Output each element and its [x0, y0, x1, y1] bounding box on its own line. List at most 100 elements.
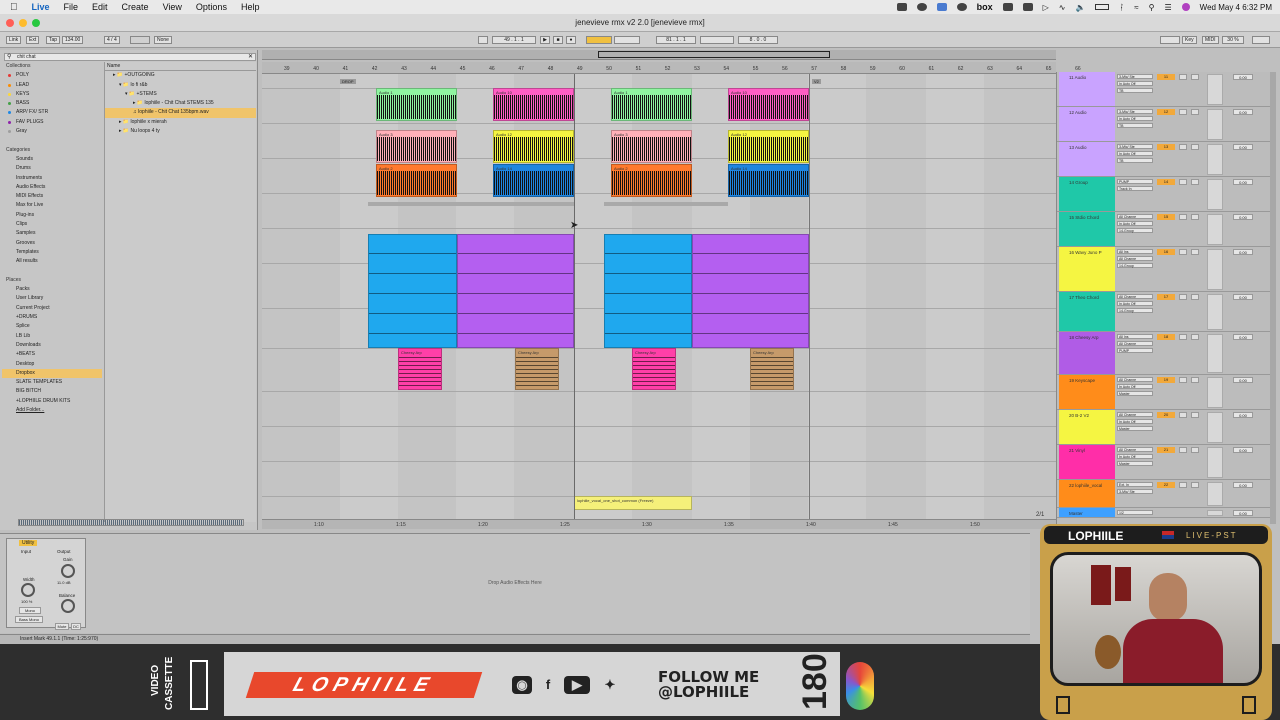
solo-button[interactable] [1179, 334, 1187, 340]
globe-icon[interactable] [916, 3, 927, 11]
track-name[interactable]: 22 lophiile_vocal [1059, 480, 1115, 507]
wifi-icon[interactable]: ≈ [1134, 3, 1138, 12]
dc-button[interactable]: DC [71, 623, 81, 630]
place-item[interactable]: Current Project [2, 304, 102, 313]
volume-field[interactable]: 0.00 [1233, 510, 1253, 516]
arp-clip[interactable]: Cheesy Arp [750, 348, 794, 390]
io-routing-select[interactable]: PUMP [1117, 348, 1153, 353]
track-lane[interactable] [262, 426, 1056, 461]
category-max-for-live[interactable]: Max for Live [2, 201, 102, 210]
automation-arm-button[interactable] [586, 36, 612, 44]
track-name[interactable]: 12 Audio [1059, 107, 1115, 141]
category-instruments[interactable]: Instruments [2, 174, 102, 183]
audio-clip[interactable]: Audio 14 [493, 164, 574, 197]
audio-clip[interactable]: Audio 10 [493, 88, 574, 121]
io-routing-select[interactable]: In Auto Off [1117, 301, 1153, 306]
midi-clip[interactable] [604, 234, 692, 348]
bass-mono-button[interactable]: Bass Mono [15, 616, 43, 623]
track-activator-button[interactable]: 16 [1157, 249, 1175, 255]
track-header[interactable]: 22 lophiile_vocal Ext. In 3-Mic/ Ste 22 0.00 [1057, 480, 1271, 508]
place-item[interactable]: +DRUMS [2, 313, 102, 322]
solo-button[interactable] [1179, 377, 1187, 383]
audio-clip[interactable]: Audio 12 [493, 130, 574, 163]
discord-icon[interactable] [896, 3, 907, 11]
arm-button[interactable] [1191, 412, 1199, 418]
io-routing-select[interactable]: 3-Mic/ Ste [1117, 109, 1153, 114]
volume-field[interactable]: 0.00 [1233, 294, 1253, 300]
folder-item[interactable]: ▸ 📁 Nu loops 4 ty [105, 127, 256, 136]
track-lane[interactable] [262, 193, 1056, 228]
track-header[interactable]: 15 Stdio Chord All Channe In Auto Off 14-Gr… [1057, 212, 1271, 247]
time-ruler[interactable]: 1:10 1:15 1:20 1:25 1:30 1:35 1:40 1:45 1:50 [262, 519, 1056, 529]
io-routing-select[interactable]: 3-Mic/ Ste [1117, 489, 1153, 494]
preview-waveform[interactable] [18, 519, 244, 526]
siri-icon[interactable] [1181, 3, 1190, 11]
io-routing-select[interactable]: All Ins [1117, 249, 1153, 254]
audio-clip[interactable]: Audio 12 [728, 130, 809, 163]
track-name[interactable]: 20 B-2 V2 [1059, 410, 1115, 444]
tempo-field[interactable]: 134.00 [62, 36, 84, 44]
folder-item[interactable]: ▾ 📁 lo fi r&b [105, 81, 256, 90]
solo-button[interactable] [1179, 294, 1187, 300]
arm-button[interactable] [1191, 294, 1199, 300]
track-name[interactable]: 18 Cheesy Arp [1059, 332, 1115, 374]
arrangement-view[interactable]: Audio 1 Audio 10 Audio 1 Audio 10 Audio … [262, 62, 1056, 524]
play-button[interactable]: ▶ [540, 36, 550, 44]
group-clip-summary[interactable] [368, 202, 574, 206]
place-item[interactable]: +LOPHIILE DRUM KITS [2, 397, 102, 406]
track-activator-button[interactable]: 22 [1157, 482, 1175, 488]
follow-icon[interactable] [478, 36, 488, 44]
track-name[interactable]: 17 Theo Chord [1059, 292, 1115, 331]
browser-search-input[interactable]: chit chat [4, 53, 256, 61]
io-routing-select[interactable]: 14-Group [1117, 263, 1153, 268]
volume-field[interactable]: 0.00 [1233, 74, 1253, 80]
track-header[interactable]: 17 Theo Chord All Channe In Auto Off 14-Gro… [1057, 292, 1271, 332]
io-routing-select[interactable]: In Auto Off [1117, 419, 1153, 424]
menu-live[interactable]: Live [32, 2, 50, 12]
io-routing-select[interactable]: In Auto Off [1117, 221, 1153, 226]
arp-clip[interactable]: Cheesy Arp [632, 348, 676, 390]
place-item[interactable]: BIG BITCH [2, 387, 102, 396]
volume-field[interactable]: 0.00 [1233, 412, 1253, 418]
battery-icon[interactable] [1095, 4, 1110, 10]
io-routing-select[interactable]: 3-Mic/ Ste [1117, 74, 1153, 79]
audio-clip[interactable]: Audio 2 [611, 164, 692, 197]
category-midi-effects[interactable]: MIDI Effects [2, 192, 102, 201]
arm-button[interactable] [1191, 482, 1199, 488]
volume-field[interactable]: 0.00 [1233, 334, 1253, 340]
io-routing-select[interactable]: Master [1117, 461, 1153, 466]
place-item[interactable]: SLATE TEMPLATES [2, 378, 102, 387]
locator-v2[interactable]: V2 [812, 79, 821, 84]
io-routing-select[interactable]: In Auto Off [1117, 81, 1153, 86]
solo-button[interactable] [1179, 214, 1187, 220]
volume-field[interactable]: 0.00 [1233, 377, 1253, 383]
tap-tempo-button[interactable]: Tap [46, 36, 61, 44]
position-field[interactable]: 49 . 1 . 1 [492, 36, 536, 44]
io-routing-select[interactable]: TB [1117, 123, 1153, 128]
audio-clip[interactable]: Audio 10 [728, 88, 809, 121]
arm-button[interactable] [1191, 74, 1199, 80]
menu-create[interactable]: Create [122, 2, 149, 12]
category-all-results[interactable]: All results [2, 257, 102, 266]
track-lane[interactable] [262, 461, 1056, 496]
track-header[interactable]: 16 Wavy Juno P All Ins All Channe 14-Group 1… [1057, 247, 1271, 292]
punch-icons[interactable] [700, 36, 734, 44]
solo-button[interactable] [1179, 74, 1187, 80]
scroll-bar[interactable] [1270, 72, 1276, 524]
collection-item[interactable]: BASS [2, 99, 102, 108]
volume-field[interactable]: 0.00 [1233, 109, 1253, 115]
io-routing-select[interactable]: 14-Group [1117, 308, 1153, 313]
track-activator-button[interactable]: 21 [1157, 447, 1175, 453]
category-sounds[interactable]: Sounds [2, 155, 102, 164]
stop-button[interactable]: ■ [553, 36, 563, 44]
audio-clip[interactable]: Audio 2 [376, 164, 457, 197]
collection-item[interactable]: KEYS [2, 90, 102, 99]
obs-icon[interactable] [956, 3, 967, 11]
track-name[interactable]: 21 Vinyl [1059, 445, 1115, 479]
menu-view[interactable]: View [163, 2, 182, 12]
midi-clip[interactable] [368, 234, 457, 348]
track-header[interactable]: 11 Audio 3-Mic/ Ste In Auto Off TB 11 0.00 [1057, 72, 1271, 107]
io-routing-select[interactable]: PUMP [1117, 179, 1153, 184]
io-routing-select[interactable]: All Channe [1117, 341, 1153, 346]
bluetooth-icon[interactable]: ᛛ [1119, 3, 1124, 12]
